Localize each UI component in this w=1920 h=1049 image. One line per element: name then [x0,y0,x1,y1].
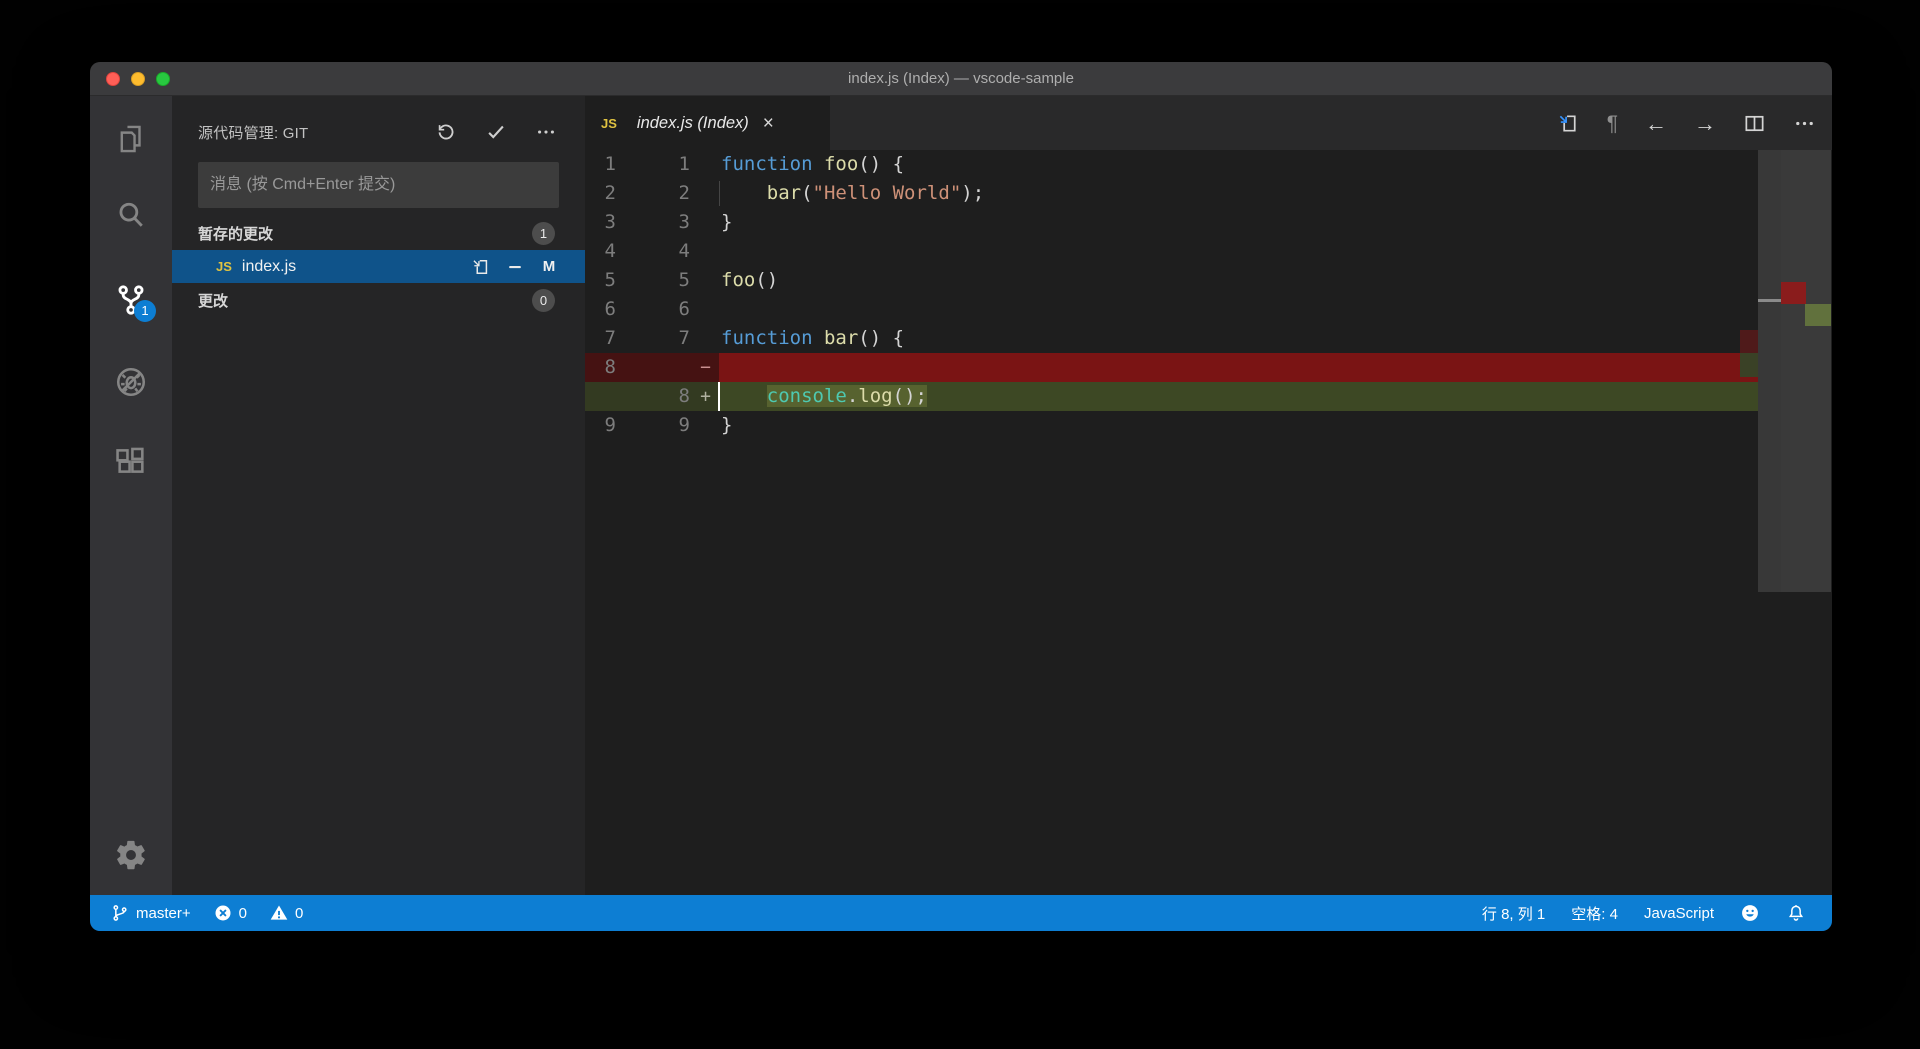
overview-ruler [1781,150,1831,592]
status-bar: master+ 0 0 行 8, 列 1 空格: 4 JavaScript [90,895,1832,931]
search-icon[interactable] [114,198,148,232]
edge-added-marker [1740,353,1758,377]
indentation-item[interactable]: 空格: 4 [1571,903,1618,924]
code-line[interactable]: 7 7 function bar() { [585,324,1758,353]
errors-status-item[interactable]: 0 [213,903,247,923]
next-change-icon[interactable]: → [1694,112,1716,135]
file-name: index.js [241,257,297,275]
ruler-added-marker [1805,304,1831,326]
code-line[interactable]: 8− [585,353,1758,382]
extensions-icon[interactable] [114,444,148,478]
diff-editor: JS index.js (Index) × ¶ ← → 1 1 function… [585,96,1832,895]
tab-indexjs-diff[interactable]: JS index.js (Index) × [585,96,830,150]
previous-change-icon[interactable]: ← [1645,112,1667,135]
title-bar: index.js (Index) — vscode-sample [90,62,1832,96]
code-diff-lines: 1 1 function foo() {2 2 bar("Hello World");… [585,150,1758,440]
code-line[interactable]: 22 bar("Hello World"); [585,179,1758,208]
branch-status-item[interactable]: master+ [110,903,191,923]
split-editor-icon[interactable] [1743,112,1766,135]
more-actions-icon[interactable] [535,121,557,143]
code-line[interactable]: 9 9} [585,411,1758,440]
editor-toolbar: ¶ ← → [1557,96,1816,150]
tab-bar: JS index.js (Index) × ¶ ← → [585,96,1832,150]
warning-count: 0 [294,904,304,922]
cursor-position-item[interactable]: 行 8, 列 1 [1482,903,1545,924]
modified-status-badge: M [542,258,556,275]
code-line[interactable]: 44 [585,237,1758,266]
js-file-icon: JS [216,259,232,274]
sidebar-source-control: 源代码管理: GIT 消息 (按 Cmd+Enter 提交) 暂存的更改 1 J… [172,96,585,895]
sidebar-header: 源代码管理: GIT [172,96,585,150]
window-title: index.js (Index) — vscode-sample [848,70,1074,87]
open-file-icon[interactable] [471,257,491,277]
code-line[interactable]: 8 + console.log(); [585,382,1758,411]
tab-label: index.js (Index) [636,113,749,132]
edge-removed-marker [1740,330,1758,353]
more-actions-icon[interactable] [1793,112,1816,135]
code-line[interactable]: 1 1 function foo() { [585,150,1758,179]
errors-icon [215,905,231,921]
scrollbar-position-marker [1758,299,1781,302]
activity-bar: 1 [90,96,172,895]
branch-name: master+ [136,904,191,922]
notifications-bell-icon[interactable] [1786,903,1806,923]
vscode-window: index.js (Index) — vscode-sample 1 源代码管理… [90,62,1832,931]
commit-message-input[interactable] [198,162,559,208]
refresh-icon[interactable] [435,121,457,143]
section-label: 暂存的更改 [198,225,274,243]
language-mode-item[interactable]: JavaScript [1644,905,1714,922]
changes-count-badge: 0 [532,288,555,312]
debug-icon[interactable] [114,365,148,399]
error-count: 0 [238,904,247,922]
editor-scrollbar[interactable] [1758,150,1781,592]
open-changed-file-icon[interactable] [1557,112,1580,135]
feedback-smiley-icon[interactable] [1740,903,1760,923]
staged-file-row-indexjs[interactable]: JS index.js M [172,250,585,283]
git-branch-icon [113,905,127,921]
settings-gear-icon[interactable] [114,838,148,872]
commit-check-icon[interactable] [485,121,507,143]
warnings-icon [270,905,288,920]
code-line[interactable]: 3 3} [585,208,1758,237]
unstage-icon[interactable] [505,257,525,277]
sidebar-title: 源代码管理: GIT [198,125,309,142]
whitespace-icon[interactable]: ¶ [1607,112,1618,135]
code-line[interactable]: 66 [585,295,1758,324]
code-line[interactable]: 5 5 foo() [585,266,1758,295]
warnings-status-item[interactable]: 0 [269,903,303,923]
js-file-icon: JS [601,115,617,131]
close-icon[interactable]: × [763,114,774,133]
staged-count-badge: 1 [532,221,555,245]
section-label: 更改 [198,292,229,310]
staged-changes-section[interactable]: 暂存的更改 1 [172,216,585,250]
changes-section[interactable]: 更改 0 [172,283,585,317]
ruler-removed-marker [1781,282,1806,304]
files-icon[interactable] [114,122,148,156]
scm-count-badge: 1 [134,300,156,322]
